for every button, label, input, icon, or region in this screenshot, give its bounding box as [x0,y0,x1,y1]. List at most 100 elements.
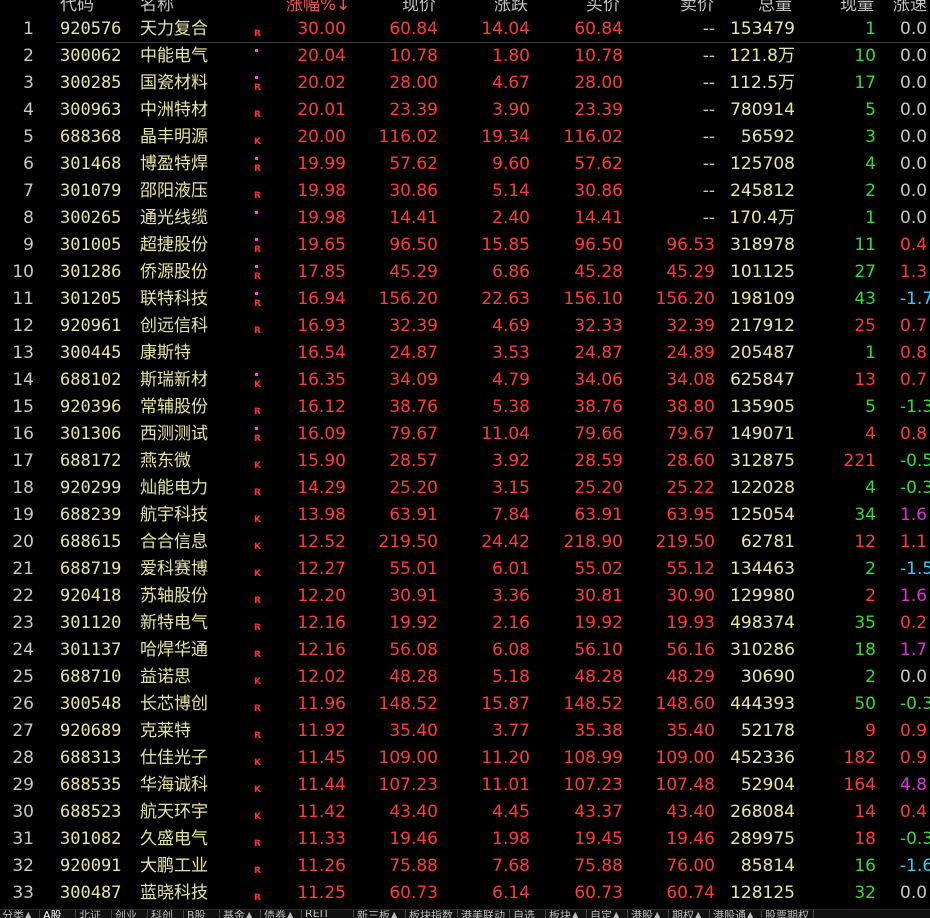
total-volume: 268084 [730,802,795,822]
change-amount: 11.01 [481,775,530,795]
table-row[interactable]: 3 300285 国瓷材料 20.02 28.00 4.67 28.00 -- 112.5万 17… [0,70,930,97]
header-chg[interactable]: 涨跌 [494,0,528,15]
table-row[interactable]: 26 300548 长芯博创 11.96 148.52 15.87 148.52 148.60… [0,691,930,718]
change-speed: 0.8 [900,343,928,363]
row-index: 18 [12,478,34,498]
bid-price: 35.38 [574,721,623,741]
bid-price: 107.23 [563,775,623,795]
bid-price: 79.66 [574,424,623,444]
table-row[interactable]: 14 688102 斯瑞新材 16.35 34.09 4.79 34.06 34.08 6258… [0,367,930,394]
header-name[interactable]: 名称 [140,0,174,15]
table-row[interactable]: 8 300265 通光线缆 19.98 14.41 2.40 14.41 -- 170.4万 1 0… [0,205,930,232]
table-row[interactable]: 9 301005 超捷股份 19.65 96.50 15.85 96.50 96.53 3189… [0,232,930,259]
table-row[interactable]: 22 920418 苏轴股份 12.20 30.91 3.36 30.81 30.90 1299… [0,583,930,610]
change-speed: 0.0 [900,154,928,174]
table-row[interactable]: 17 688172 燕东微 15.90 28.57 3.92 28.59 28.60 31287… [0,448,930,475]
table-row[interactable]: 20 688615 合合信息 12.52 219.50 24.42 218.90 219.50… [0,529,930,556]
table-row[interactable]: 15 920396 常辅股份 16.12 38.76 5.38 38.76 38.80 1359… [0,394,930,421]
table-row[interactable]: 18 920299 灿能电力 14.29 25.20 3.15 25.20 25.22 1220… [0,475,930,502]
change-percent: 11.45 [297,748,346,768]
bid-price: 25.20 [574,478,623,498]
current-volume: 34 [854,505,876,525]
table-row[interactable]: 27 920689 克莱特 11.92 35.40 3.77 35.38 35.40 52178… [0,718,930,745]
table-row[interactable]: 24 301137 哈焊华通 12.16 56.08 6.08 56.10 56.16 3102… [0,637,930,664]
header-code[interactable]: 代码 [60,0,94,15]
change-speed: 0.0 [900,46,928,66]
margin-flag-icon: K [254,677,261,687]
change-percent: 16.94 [297,289,346,309]
table-row[interactable]: 23 301120 新特电气 12.16 19.92 2.16 19.92 19.93 4983… [0,610,930,637]
total-volume: 149071 [730,424,795,444]
header-buy[interactable]: 买价 [586,0,620,15]
table-row[interactable]: 7 301079 邵阳液压 19.98 30.86 5.14 30.86 -- 245812 2 0… [0,178,930,205]
current-volume: 4 [865,478,876,498]
current-volume: 2 [865,586,876,606]
table-row[interactable]: 6 301468 博盈特焊 19.99 57.62 9.60 57.62 -- 125708 4 0… [0,151,930,178]
current-volume: 27 [854,262,876,282]
table-row[interactable]: 21 688719 爱科赛博 12.27 55.01 6.01 55.02 55.12 1344… [0,556,930,583]
ask-price: 19.93 [666,613,715,633]
table-row[interactable]: 31 301082 久盛电气 11.33 19.46 1.98 19.45 19.46 2899… [0,826,930,853]
stock-code: 688719 [60,559,122,579]
total-volume: 128125 [730,883,795,903]
bid-price: 30.86 [574,181,623,201]
row-index: 8 [23,208,34,228]
total-volume: 498374 [730,613,795,633]
table-row[interactable]: 10 301286 侨源股份 17.85 45.29 6.86 45.28 45.29 1011… [0,259,930,286]
header-price[interactable]: 现价 [402,0,436,15]
margin-flag-icon: R [254,299,261,309]
total-volume: 112.5万 [729,73,795,93]
table-row[interactable]: 16 301306 西测测试 16.09 79.67 11.04 79.66 79.67 149… [0,421,930,448]
table-row[interactable]: 25 688710 益诺思 12.02 48.28 5.18 48.28 48.29 30690… [0,664,930,691]
change-amount: 3.15 [492,478,530,498]
change-speed: 0.7 [900,370,928,390]
row-index: 28 [12,748,34,768]
table-row[interactable]: 19 688239 航宇科技 13.98 63.91 7.84 63.91 63.95 1250… [0,502,930,529]
stock-name: 邵阳液压 [140,181,208,201]
table-row[interactable]: 2 300062 中能电气 20.04 10.78 1.80 10.78 -- 121.8万 10… [0,43,930,70]
table-row[interactable]: 13 300445 康斯特 16.54 24.87 3.53 24.87 24.89 20548… [0,340,930,367]
table-row[interactable]: 12 920961 创远信科 16.93 32.39 4.69 32.33 32.39 2179… [0,313,930,340]
stock-code: 688710 [60,667,122,687]
change-speed: 0.4 [900,235,928,255]
table-row[interactable]: 33 300487 蓝晓科技 11.25 60.73 6.14 60.73 60.74 1281… [0,880,930,907]
change-speed: 4.8 [900,775,928,795]
table-row[interactable]: 29 688535 华海诚科 11.44 107.23 11.01 107.23 107.48… [0,772,930,799]
current-price: 116.02 [378,127,438,147]
table-row[interactable]: 1 920576 天力复合 30.00 60.84 14.04 60.84 -- 153479 1… [0,16,930,43]
header-vol[interactable]: 总量 [758,0,792,15]
bid-price: 43.37 [574,802,623,822]
ask-price: 107.48 [655,775,715,795]
stock-name: 斯瑞新材 [140,370,208,390]
change-amount: 4.67 [492,73,530,93]
table-row[interactable]: 4 300963 中洲特材 20.01 23.39 3.90 23.39 -- 780914 5 0… [0,97,930,124]
row-index: 32 [12,856,34,876]
row-index: 5 [23,127,34,147]
row-index: 6 [23,154,34,174]
change-speed: 0.4 [900,802,928,822]
stock-name: 克莱特 [140,721,191,741]
change-speed: -0.3 [900,478,930,498]
ask-price: -- [702,100,715,120]
change-speed: -1.5 [900,559,930,579]
header-cur[interactable]: 现量 [840,0,874,15]
stock-marker: R [253,637,267,664]
change-percent: 12.52 [297,532,346,552]
header-sell[interactable]: 卖价 [680,0,714,15]
bid-price: 28.00 [574,73,623,93]
change-amount: 3.53 [492,343,530,363]
stock-marker [253,340,267,367]
table-row[interactable]: 32 920091 大鹏工业 11.26 75.88 7.68 75.88 76.00 8581… [0,853,930,880]
margin-flag-icon: R [254,164,261,174]
header-pct[interactable]: 涨幅%↓ [286,0,350,15]
header-speed[interactable]: 涨速 [893,0,927,15]
table-row[interactable]: 11 301205 联特科技 16.94 156.20 22.63 156.10 156.20… [0,286,930,313]
table-row[interactable]: 5 688368 晶丰明源 20.00 116.02 19.34 116.02 -- 56592… [0,124,930,151]
table-row[interactable]: 28 688313 仕佳光子 11.45 109.00 11.20 108.99 109.00… [0,745,930,772]
ask-price: 32.39 [666,316,715,336]
row-index: 33 [12,883,34,903]
table-row[interactable]: 30 688523 航天环宇 11.42 43.40 4.45 43.37 43.40 2680… [0,799,930,826]
current-price: 34.09 [389,370,438,390]
stock-code: 301137 [60,640,122,660]
stock-code: 301079 [60,181,122,201]
